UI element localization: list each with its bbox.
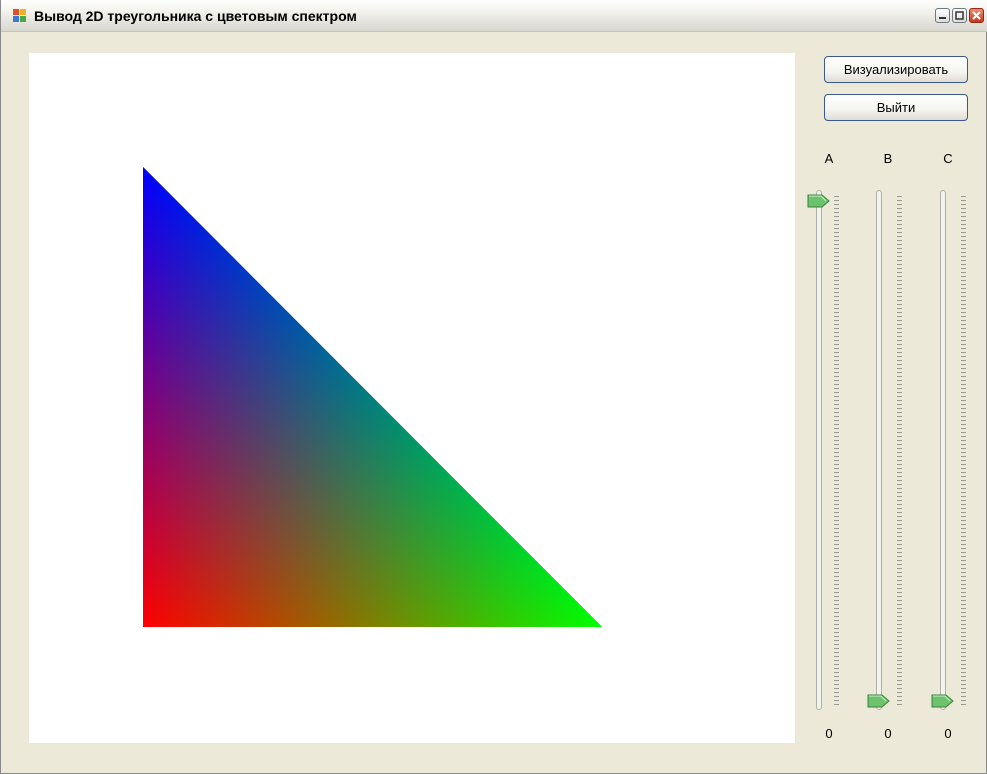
slider-c-track[interactable] [940,190,946,710]
slider-a-track[interactable] [816,190,822,710]
slider-c-ticks [961,196,966,706]
visualize-button[interactable]: Визуализировать [824,56,968,83]
slider-b-track[interactable] [876,190,882,710]
render-canvas[interactable] [29,53,795,743]
maximize-icon[interactable] [952,8,967,23]
app-window-icon [13,9,27,23]
slider-a-value: 0 [825,726,833,741]
slider-c-value: 0 [944,726,952,741]
exit-button[interactable]: Выйти [824,94,968,121]
title-bar[interactable]: Вывод 2D треугольника с цветовым спектро… [1,0,987,32]
slider-a-thumb[interactable] [807,194,831,208]
main-window: Вывод 2D треугольника с цветовым спектро… [0,0,987,774]
slider-b-ticks [897,196,902,706]
window-title: Вывод 2D треугольника с цветовым спектро… [34,8,357,24]
slider-a-ticks [834,196,839,706]
slider-c-thumb[interactable] [931,694,955,708]
gradient-triangle [143,167,602,627]
slider-a-label: A [824,151,834,166]
minimize-icon[interactable] [935,8,950,23]
slider-b-value: 0 [884,726,892,741]
slider-c-label: C [943,151,953,166]
slider-b-label: B [883,151,893,166]
slider-b-thumb[interactable] [867,694,891,708]
close-icon[interactable] [969,8,984,23]
